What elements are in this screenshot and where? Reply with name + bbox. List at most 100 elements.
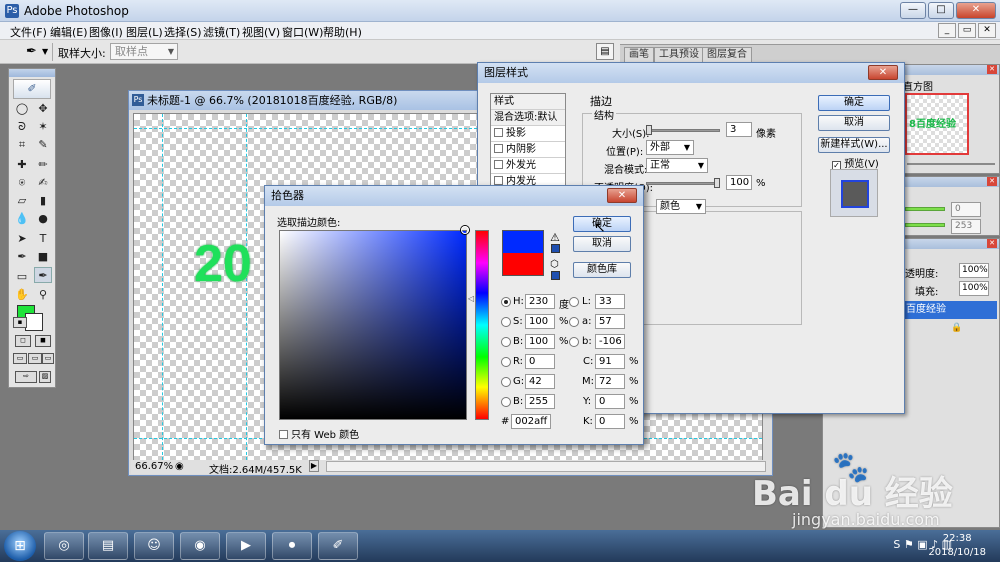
- size-field[interactable]: 3: [726, 122, 752, 137]
- red-field[interactable]: 0: [525, 354, 555, 369]
- close-button[interactable]: ✕: [956, 2, 996, 19]
- adobe-online-feather-icon[interactable]: ✐: [13, 79, 51, 99]
- color-value-field[interactable]: 253: [951, 219, 981, 234]
- horizontal-scrollbar[interactable]: [326, 461, 766, 472]
- menu-select[interactable]: 选择(S): [164, 24, 202, 40]
- standard-mode-icon[interactable]: ◻: [15, 335, 31, 347]
- zoom-tool-icon[interactable]: ⚲: [34, 287, 52, 303]
- color-libraries-button[interactable]: 颜色库: [573, 262, 631, 278]
- color-field-marker[interactable]: [461, 226, 469, 234]
- history-brush-tool-icon[interactable]: ✍: [34, 175, 52, 191]
- jump-to-imageready-icon[interactable]: ⇨: [15, 371, 37, 383]
- background-color-swatch[interactable]: [25, 313, 43, 331]
- file-explorer-taskbar-icon[interactable]: ▤: [88, 532, 128, 560]
- magic-wand-tool-icon[interactable]: ✶: [34, 119, 52, 135]
- checkbox[interactable]: [494, 160, 503, 169]
- recorder-taskbar-icon[interactable]: ⏺: [272, 532, 312, 560]
- gamut-color-swatch[interactable]: [551, 244, 560, 253]
- zoom-popup-icon[interactable]: ◉: [175, 461, 184, 472]
- lab-l-field[interactable]: 33: [595, 294, 625, 309]
- magenta-field[interactable]: 72: [595, 374, 625, 389]
- layer-style-titlebar[interactable]: 图层样式 ✕: [478, 63, 904, 83]
- well-tab-tool-presets[interactable]: 工具预设: [654, 47, 704, 62]
- current-color-swatch[interactable]: [502, 253, 544, 276]
- preview-checkbox[interactable]: ✓ 预览(V): [832, 155, 879, 170]
- fill-field[interactable]: 100%: [959, 281, 989, 296]
- radio-saturation[interactable]: [501, 317, 511, 327]
- marquee-tool-icon[interactable]: ◯: [13, 101, 31, 117]
- clone-stamp-tool-icon[interactable]: ⍟: [13, 175, 31, 191]
- eyedropper-icon[interactable]: ✒: [26, 44, 37, 59]
- blur-tool-icon[interactable]: 💧: [13, 211, 31, 227]
- taskbar-clock[interactable]: 22:38 2018/10/18: [928, 532, 986, 560]
- slice-tool-icon[interactable]: ✎: [34, 137, 52, 153]
- size-slider[interactable]: [646, 129, 720, 132]
- well-tab-layer-comps[interactable]: 图层复合: [702, 47, 752, 62]
- brush-tool-icon[interactable]: ✏: [34, 157, 52, 173]
- style-item-drop-shadow[interactable]: 投影: [491, 126, 565, 142]
- canvas-text-layer[interactable]: 20: [194, 234, 252, 294]
- layer-style-cancel-button[interactable]: 取消: [818, 115, 890, 131]
- menu-view[interactable]: 视图(V): [242, 24, 280, 40]
- move-tool-icon[interactable]: ✥: [34, 101, 52, 117]
- yellow-field[interactable]: 0: [595, 394, 625, 409]
- imageready-icon[interactable]: ▨: [39, 371, 51, 383]
- minimize-button[interactable]: —: [900, 2, 926, 19]
- toolbox-grip[interactable]: [9, 69, 55, 77]
- radio-hue[interactable]: [501, 297, 511, 307]
- default-colors-icon[interactable]: ▪: [13, 317, 27, 328]
- dodge-tool-icon[interactable]: ●: [34, 211, 52, 227]
- zoom-level[interactable]: 66.67%: [135, 461, 173, 472]
- fill-type-select[interactable]: 颜色 ▼: [656, 199, 706, 214]
- checkbox[interactable]: [279, 430, 288, 439]
- web-safe-warning-icon[interactable]: ⬡: [550, 259, 559, 270]
- layer-style-ok-button[interactable]: 确定: [818, 95, 890, 111]
- menu-layer[interactable]: 图层(L): [126, 24, 163, 40]
- path-selection-tool-icon[interactable]: ➤: [13, 231, 31, 247]
- shape-tool-icon[interactable]: ■: [34, 249, 52, 265]
- navigator-thumbnail[interactable]: 8百度经验: [905, 93, 969, 155]
- opacity-slider[interactable]: [646, 182, 720, 185]
- status-menu-arrow-icon[interactable]: ▶: [309, 460, 319, 472]
- menu-edit[interactable]: 编辑(E): [50, 24, 88, 40]
- opacity-field[interactable]: 100: [726, 175, 752, 190]
- well-tab-brushes[interactable]: 画笔: [624, 47, 654, 62]
- blending-options-item[interactable]: 混合选项:默认: [491, 110, 565, 126]
- color-picker-cancel-button[interactable]: 取消: [573, 236, 631, 252]
- color-picker-titlebar[interactable]: 拾色器 ✕: [265, 186, 643, 206]
- close-icon[interactable]: ✕: [607, 188, 637, 203]
- ie-browser-taskbar-icon[interactable]: ◎: [44, 532, 84, 560]
- radio-lab-b[interactable]: [569, 337, 579, 347]
- doc-close-button[interactable]: ✕: [978, 23, 996, 38]
- close-icon[interactable]: ✕: [987, 239, 997, 248]
- hue-slider[interactable]: [475, 230, 489, 420]
- color-slider[interactable]: [905, 207, 945, 211]
- doc-minimize-button[interactable]: _: [938, 23, 956, 38]
- close-icon[interactable]: ✕: [868, 65, 898, 80]
- color-slider[interactable]: [905, 223, 945, 227]
- sample-size-select[interactable]: 取样点 ▼: [110, 43, 178, 60]
- checkbox[interactable]: [494, 128, 503, 137]
- quick-mask-mode-icon[interactable]: ◼: [35, 335, 51, 347]
- photoshop-taskbar-icon[interactable]: ✐: [318, 532, 358, 560]
- menu-file[interactable]: 文件(F): [10, 24, 47, 40]
- eyedropper-tool-icon[interactable]: ✒: [34, 267, 52, 283]
- hue-field[interactable]: 230: [525, 294, 555, 309]
- notes-tool-icon[interactable]: ▭: [13, 269, 31, 285]
- radio-red[interactable]: [501, 357, 511, 367]
- web-colors-only-checkbox[interactable]: 只有 Web 颜色: [279, 426, 359, 441]
- gradient-tool-icon[interactable]: ▮: [34, 193, 52, 209]
- lasso-tool-icon[interactable]: ᘐ: [13, 119, 31, 135]
- opacity-field[interactable]: 100%: [959, 263, 989, 278]
- type-tool-icon[interactable]: T: [34, 231, 52, 247]
- menu-help[interactable]: 帮助(H): [323, 24, 362, 40]
- blend-mode-select[interactable]: 正常 ▼: [646, 158, 708, 173]
- healing-brush-tool-icon[interactable]: ✚: [13, 157, 31, 173]
- hue-slider-arrow-icon[interactable]: ◁: [468, 294, 474, 303]
- green-field[interactable]: 42: [525, 374, 555, 389]
- navigator-zoom-slider[interactable]: [907, 163, 995, 165]
- crop-tool-icon[interactable]: ⌗: [13, 137, 31, 153]
- doc-restore-button[interactable]: ▭: [958, 23, 976, 38]
- brightness-field[interactable]: 100: [525, 334, 555, 349]
- lab-b-field[interactable]: -106: [595, 334, 625, 349]
